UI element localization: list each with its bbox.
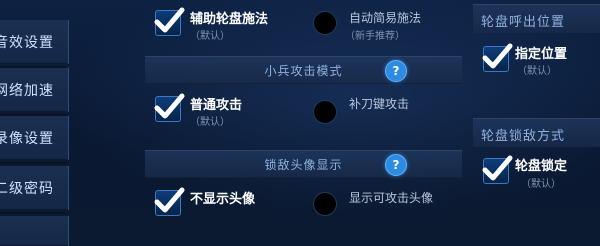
section-title: 轮盘锁敌方式: [481, 129, 566, 144]
sidebar-item-secondary-password[interactable]: 二级密码: [0, 166, 69, 210]
minion-attack-header: 小兵攻击模式 ?: [145, 56, 462, 84]
fixed-position-label[interactable]: 指定位置: [515, 43, 567, 62]
settings-main-panel: 辅助轮盘施法 （默认） 自动简易施法 （新手推荐） 小兵攻击模式 ? 普通攻击 …: [145, 0, 462, 240]
section-title: 锁敌头像显示: [264, 158, 343, 172]
normal-attack-label[interactable]: 普通攻击: [190, 94, 242, 113]
section-title: 小兵攻击模式: [264, 64, 343, 78]
lock-avatar-row: 不显示头像 显示可攻击头像: [145, 180, 462, 240]
minion-attack-row: 普通攻击 （默认） 补刀键攻击: [145, 86, 462, 136]
last-hit-attack-label[interactable]: 补刀键攻击: [349, 95, 409, 112]
normal-attack-checkbox[interactable]: [154, 93, 185, 122]
sidebar-item[interactable]: [0, 216, 69, 246]
sidebar-item-sound-settings[interactable]: 音效设置: [0, 20, 69, 64]
wheel-lock-header: 轮盘锁敌方式: [473, 118, 600, 147]
cast-assist-wheel-checkbox[interactable]: [154, 7, 185, 36]
help-icon[interactable]: ?: [385, 60, 407, 82]
lock-avatar-header: 锁敌头像显示 ?: [145, 150, 462, 178]
default-hint: （默认）: [517, 66, 557, 77]
checkmark-icon: [154, 7, 185, 33]
section-title: 轮盘呼出位置: [481, 15, 566, 30]
show-attackable-avatar-radio[interactable]: [313, 192, 337, 216]
checkmark-icon: [482, 155, 513, 181]
sidebar-item-label: 二级密码: [0, 181, 54, 197]
sidebar-item-replay-settings[interactable]: 录像设置: [0, 116, 69, 160]
settings-sidebar: 音效设置 网络加速 录像设置 二级密码: [0, 0, 78, 246]
sidebar-item-network-acceleration[interactable]: 网络加速: [0, 68, 69, 112]
fixed-position-checkbox[interactable]: [482, 43, 513, 72]
wheel-position-header: 轮盘呼出位置: [473, 4, 600, 33]
default-hint: （默认）: [521, 179, 561, 190]
default-hint: （默认）: [190, 31, 230, 42]
last-hit-attack-radio[interactable]: [313, 100, 337, 124]
cast-auto-simple-radio[interactable]: [313, 11, 337, 35]
checkmark-icon: [154, 93, 185, 119]
checkmark-icon: [482, 43, 513, 69]
divider: [0, 212, 66, 214]
default-hint: （默认）: [190, 117, 230, 128]
sidebar-item-label: 音效设置: [0, 35, 54, 51]
cast-assist-wheel-label[interactable]: 辅助轮盘施法: [190, 8, 268, 27]
sidebar-item-label: 录像设置: [0, 131, 54, 147]
help-icon[interactable]: ?: [385, 154, 407, 176]
checkmark-icon: [154, 187, 185, 213]
sidebar-item-label: 网络加速: [0, 83, 54, 99]
cast-auto-simple-label[interactable]: 自动简易施法: [349, 9, 421, 26]
wheel-settings-panel: 轮盘呼出位置 指定位置 （默认） 轮盘锁敌方式 轮盘锁定 （默认）: [473, 0, 600, 240]
show-attackable-avatar-label[interactable]: 显示可攻击头像: [349, 189, 433, 206]
hide-avatar-label[interactable]: 不显示头像: [190, 188, 255, 207]
beginner-recommended-hint: （新手推荐）: [345, 31, 405, 42]
wheel-lock-label[interactable]: 轮盘锁定: [515, 155, 567, 174]
wheel-lock-checkbox[interactable]: [482, 155, 513, 184]
hide-avatar-checkbox[interactable]: [154, 187, 185, 216]
cast-mode-row: 辅助轮盘施法 （默认） 自动简易施法 （新手推荐）: [145, 0, 462, 50]
divider: [0, 162, 66, 164]
